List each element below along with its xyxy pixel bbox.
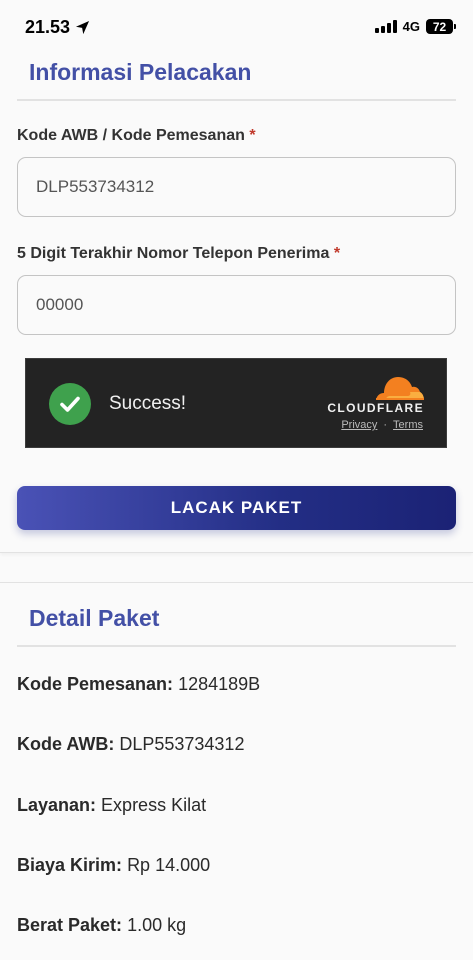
cloudflare-brand: CLOUDFLARE — [327, 401, 424, 415]
location-arrow-icon — [75, 20, 90, 35]
detail-label: Kode Pemesanan: — [17, 674, 174, 694]
cloudflare-cloud-icon — [376, 377, 424, 400]
link-separator: · — [383, 419, 388, 431]
awb-input[interactable] — [17, 157, 456, 217]
detail-row-order-code: Kode Pemesanan: 1284189B — [17, 674, 260, 695]
terms-link[interactable]: Terms — [393, 419, 423, 431]
tracking-title: Informasi Pelacakan — [29, 59, 252, 85]
detail-row-awb: Kode AWB: DLP553734312 — [17, 734, 244, 755]
title-divider — [17, 99, 456, 101]
tracking-form-card: Informasi Pelacakan Kode AWB / Kode Peme… — [0, 56, 473, 553]
detail-label: Kode AWB: — [17, 734, 115, 754]
checkmark-icon — [49, 383, 91, 425]
detail-value: 1284189B — [178, 674, 261, 694]
required-marker: * — [249, 127, 256, 144]
detail-label: Biaya Kirim: — [17, 855, 123, 875]
privacy-link[interactable]: Privacy — [341, 419, 377, 431]
captcha-status: Success! — [109, 393, 187, 414]
status-indicators: 4G 72 — [374, 19, 456, 34]
network-type: 4G — [402, 19, 420, 34]
phone-digits-input[interactable] — [17, 275, 456, 335]
status-bar: 21.53 4G 72 — [0, 0, 473, 56]
awb-label: Kode AWB / Kode Pemesanan * — [17, 127, 256, 145]
cloudflare-captcha-widget[interactable]: Success! CLOUDFLARE Privacy · Terms — [25, 358, 447, 448]
captcha-links: Privacy · Terms — [341, 419, 423, 431]
phone-label: 5 Digit Terakhir Nomor Telepon Penerima … — [17, 245, 340, 263]
status-time: 21.53 — [25, 17, 90, 38]
detail-label: Layanan: — [17, 795, 97, 815]
detail-value: 1.00 kg — [127, 915, 187, 935]
track-package-button[interactable]: LACAK PAKET — [17, 486, 456, 530]
package-detail-card: Detail Paket Kode Pemesanan: 1284189B Ko… — [0, 582, 473, 960]
detail-row-service: Layanan: Express Kilat — [17, 795, 206, 816]
detail-value: Express Kilat — [101, 795, 207, 815]
detail-row-weight: Berat Paket: 1.00 kg — [17, 915, 186, 936]
required-marker: * — [333, 245, 341, 262]
detail-label: Berat Paket: — [17, 915, 123, 935]
signal-icon — [374, 20, 397, 33]
detail-row-shipping-cost: Biaya Kirim: Rp 14.000 — [17, 855, 210, 876]
detail-value: Rp 14.000 — [127, 855, 211, 875]
battery-icon: 72 — [426, 19, 456, 34]
phone-label-text: 5 Digit Terakhir Nomor Telepon Penerima — [17, 245, 330, 262]
detail-value: DLP553734312 — [119, 734, 245, 754]
battery-level: 72 — [432, 19, 447, 34]
awb-label-text: Kode AWB / Kode Pemesanan — [17, 127, 245, 144]
detail-title: Detail Paket — [29, 605, 160, 631]
clock-text: 21.53 — [25, 17, 71, 37]
detail-divider — [17, 645, 456, 647]
